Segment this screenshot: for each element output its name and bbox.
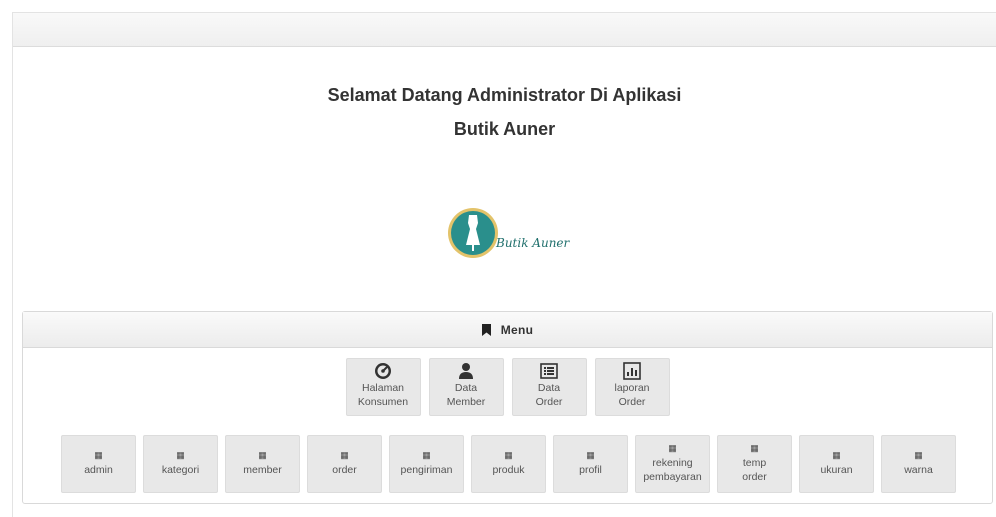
button-label: Data: [537, 382, 561, 394]
menu-title: Menu: [500, 322, 534, 337]
table-icon: ▦: [586, 450, 595, 460]
welcome-title-line1: Selamat Datang Administrator Di Aplikasi: [327, 85, 682, 105]
button-label: order: [332, 464, 357, 476]
button-label: pengiriman: [400, 464, 453, 476]
dashboard-icon: [375, 363, 391, 379]
table-button-temp-order[interactable]: ▦ temp order: [717, 435, 792, 493]
list-icon: [540, 363, 558, 379]
table-icon: ▦: [750, 443, 759, 453]
table-icon: ▦: [422, 450, 431, 460]
button-label: warna: [904, 464, 933, 476]
main-panel: Selamat Datang Administrator Di Aplikasi…: [12, 12, 996, 517]
button-label: Konsumen: [357, 396, 409, 408]
button-label: kategori: [161, 464, 200, 476]
table-button-pengiriman[interactable]: ▦ pengiriman: [389, 435, 464, 493]
table-icon: ▦: [668, 443, 677, 453]
button-label: Data: [454, 382, 478, 394]
table-icon: ▦: [94, 450, 103, 460]
table-button-ukuran[interactable]: ▦ ukuran: [799, 435, 874, 493]
table-button-admin[interactable]: ▦ admin: [61, 435, 136, 493]
button-label: order: [742, 471, 767, 483]
table-button-kategori[interactable]: ▦ kategori: [143, 435, 218, 493]
table-menu-row: ▦ admin ▦ kategori ▦ member ▦ order ▦ pengiri…: [61, 435, 956, 493]
table-button-warna[interactable]: ▦ warna: [881, 435, 956, 493]
data-member-button[interactable]: Data Member: [428, 358, 504, 416]
menu-panel: Menu Halaman Konsumen Data Member Data O…: [22, 311, 993, 504]
data-order-button[interactable]: Data Order: [511, 358, 587, 416]
menu-header: Menu: [23, 312, 992, 348]
button-label: profil: [579, 464, 602, 476]
button-label: member: [243, 464, 282, 476]
user-icon: [459, 363, 473, 379]
bar-chart-icon: [623, 362, 641, 380]
butik-auner-logo: Butik Auner: [438, 181, 588, 289]
button-label: Order: [535, 396, 563, 408]
table-icon: ▦: [340, 450, 349, 460]
table-icon: ▦: [832, 450, 841, 460]
button-label: ukuran: [820, 464, 853, 476]
table-button-rekening-pembayaran[interactable]: ▦ rekening pembayaran: [635, 435, 710, 493]
bookmark-icon: [481, 323, 491, 336]
table-icon: ▦: [258, 450, 267, 460]
button-label: pembayaran: [643, 471, 702, 483]
button-label: Member: [446, 396, 486, 408]
button-label: Halaman: [361, 382, 405, 394]
table-icon: ▦: [176, 450, 185, 460]
button-label: produk: [492, 464, 525, 476]
laporan-order-button[interactable]: laporan Order: [594, 358, 670, 416]
primary-menu-row: Halaman Konsumen Data Member Data Order …: [23, 358, 992, 416]
table-button-order[interactable]: ▦ order: [307, 435, 382, 493]
table-button-produk[interactable]: ▦ produk: [471, 435, 546, 493]
halaman-konsumen-button[interactable]: Halaman Konsumen: [345, 358, 421, 416]
svg-text:Butik Auner: Butik Auner: [495, 236, 571, 250]
button-label: temp: [742, 457, 767, 469]
button-label: rekening: [652, 457, 693, 469]
top-navbar: [13, 13, 996, 47]
table-button-member[interactable]: ▦ member: [225, 435, 300, 493]
table-icon: ▦: [504, 450, 513, 460]
button-label: laporan: [614, 382, 650, 394]
welcome-title-line2: Butik Auner: [453, 119, 556, 139]
button-label: admin: [84, 464, 113, 476]
table-button-profil[interactable]: ▦ profil: [553, 435, 628, 493]
table-icon: ▦: [914, 450, 923, 460]
button-label: Order: [618, 396, 646, 408]
